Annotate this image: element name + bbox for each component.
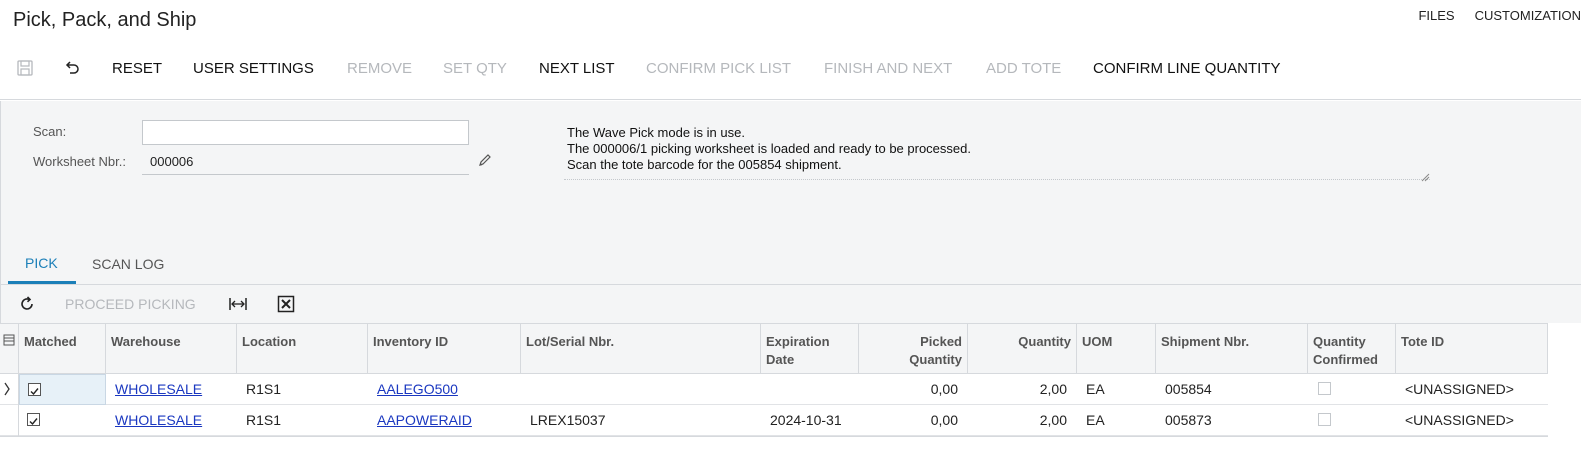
resize-handle-icon[interactable] (1420, 169, 1430, 182)
quantity-confirmed-checkbox[interactable] (1318, 382, 1331, 395)
lot-serial-cell: LREX15037 (530, 412, 606, 428)
col-lot-serial[interactable]: Lot/Serial Nbr. (521, 324, 761, 374)
edit-icon[interactable] (477, 152, 493, 168)
refresh-icon[interactable] (18, 295, 36, 313)
grid-settings-icon[interactable] (3, 334, 15, 346)
confirm-line-quantity-button[interactable]: CONFIRM LINE QUANTITY (1093, 60, 1281, 77)
message-divider (564, 179, 1430, 180)
next-list-button[interactable]: NEXT LIST (539, 60, 615, 77)
col-inventory-id[interactable]: Inventory ID (368, 324, 521, 374)
row-selector-header[interactable] (0, 324, 19, 374)
location-cell: R1S1 (246, 381, 282, 397)
col-shipment-nbr[interactable]: Shipment Nbr. (1156, 324, 1308, 374)
col-quantity[interactable]: Quantity (968, 324, 1077, 374)
tote-id-cell: <UNASSIGNED> (1405, 381, 1514, 397)
quantity-cell: 2,00 (1039, 381, 1067, 397)
matched-cell[interactable] (19, 374, 106, 405)
top-bar: Pick, Pack, and Ship FILES CUSTOMIZATION… (0, 0, 1581, 100)
scan-label: Scan: (33, 124, 67, 139)
save-icon[interactable] (14, 57, 36, 79)
remove-button[interactable]: REMOVE (347, 60, 412, 77)
col-warehouse[interactable]: Warehouse (106, 324, 237, 374)
files-link[interactable]: FILES (1418, 8, 1454, 23)
set-qty-button[interactable]: SET QTY (443, 60, 507, 77)
grid-toolbar: PROCEED PICKING (0, 285, 1581, 323)
top-links: FILES CUSTOMIZATION (1418, 8, 1581, 23)
add-tote-button[interactable]: ADD TOTE (986, 60, 1061, 77)
col-expiration-date[interactable]: Expiration Date (761, 324, 859, 374)
matched-checkbox[interactable] (28, 383, 41, 396)
col-location[interactable]: Location (237, 324, 368, 374)
scan-input[interactable] (142, 120, 469, 145)
grid-bottom-border (0, 436, 1548, 437)
chevron-right-icon (4, 382, 10, 396)
tab-bar: PICK SCAN LOG (0, 247, 1581, 285)
tote-id-cell: <UNASSIGNED> (1405, 412, 1514, 428)
uom-cell: EA (1086, 381, 1105, 397)
export-excel-icon[interactable] (277, 295, 295, 313)
undo-icon[interactable] (61, 57, 83, 79)
picked-quantity-cell: 0,00 (930, 381, 958, 397)
confirm-pick-list-button[interactable]: CONFIRM PICK LIST (646, 60, 791, 77)
tab-pick[interactable]: PICK (25, 255, 58, 271)
shipment-nbr-cell: 005873 (1165, 412, 1212, 428)
worksheet-value[interactable]: 000006 (150, 154, 193, 169)
col-quantity-confirmed[interactable]: Quantity Confirmed (1308, 324, 1396, 374)
worksheet-underline (142, 174, 469, 175)
status-message: The Wave Pick mode is in use. The 000006… (567, 125, 971, 172)
proceed-picking-button[interactable]: PROCEED PICKING (65, 296, 196, 312)
location-cell: R1S1 (246, 412, 282, 428)
grid-header: Matched Warehouse Location Inventory ID … (0, 323, 1548, 374)
inventory-id-link[interactable]: AAPOWERAID (377, 405, 472, 436)
quantity-confirmed-checkbox[interactable] (1318, 413, 1331, 426)
finish-and-next-button[interactable]: FINISH AND NEXT (824, 60, 952, 77)
col-uom[interactable]: UOM (1077, 324, 1156, 374)
expiration-cell: 2024-10-31 (770, 412, 842, 428)
worksheet-label: Worksheet Nbr.: (33, 154, 126, 169)
row-selector[interactable] (0, 405, 19, 436)
warehouse-link[interactable]: WHOLESALE (115, 405, 202, 436)
customization-link[interactable]: CUSTOMIZATION (1475, 8, 1581, 23)
uom-cell: EA (1086, 412, 1105, 428)
user-settings-button[interactable]: USER SETTINGS (193, 60, 314, 77)
col-picked-quantity[interactable]: Picked Quantity (859, 324, 968, 374)
col-matched[interactable]: Matched (19, 324, 106, 374)
inventory-id-link[interactable]: AALEGO500 (377, 374, 458, 405)
shipment-nbr-cell: 005854 (1165, 381, 1212, 397)
table-row[interactable]: WHOLESALE R1S1 AALEGO500 0,00 2,00 EA 00… (0, 374, 1548, 405)
picked-quantity-cell: 0,00 (930, 412, 958, 428)
fit-columns-icon[interactable] (228, 295, 248, 313)
col-tote-id[interactable]: Tote ID (1396, 324, 1548, 374)
quantity-cell: 2,00 (1039, 412, 1067, 428)
reset-button[interactable]: RESET (112, 60, 162, 77)
warehouse-link[interactable]: WHOLESALE (115, 374, 202, 405)
page-title: Pick, Pack, and Ship (13, 9, 197, 31)
tab-scan-log[interactable]: SCAN LOG (92, 256, 164, 272)
row-selector[interactable] (0, 374, 19, 405)
table-row[interactable]: WHOLESALE R1S1 AAPOWERAID LREX15037 2024… (0, 405, 1548, 436)
matched-checkbox[interactable] (27, 413, 40, 426)
